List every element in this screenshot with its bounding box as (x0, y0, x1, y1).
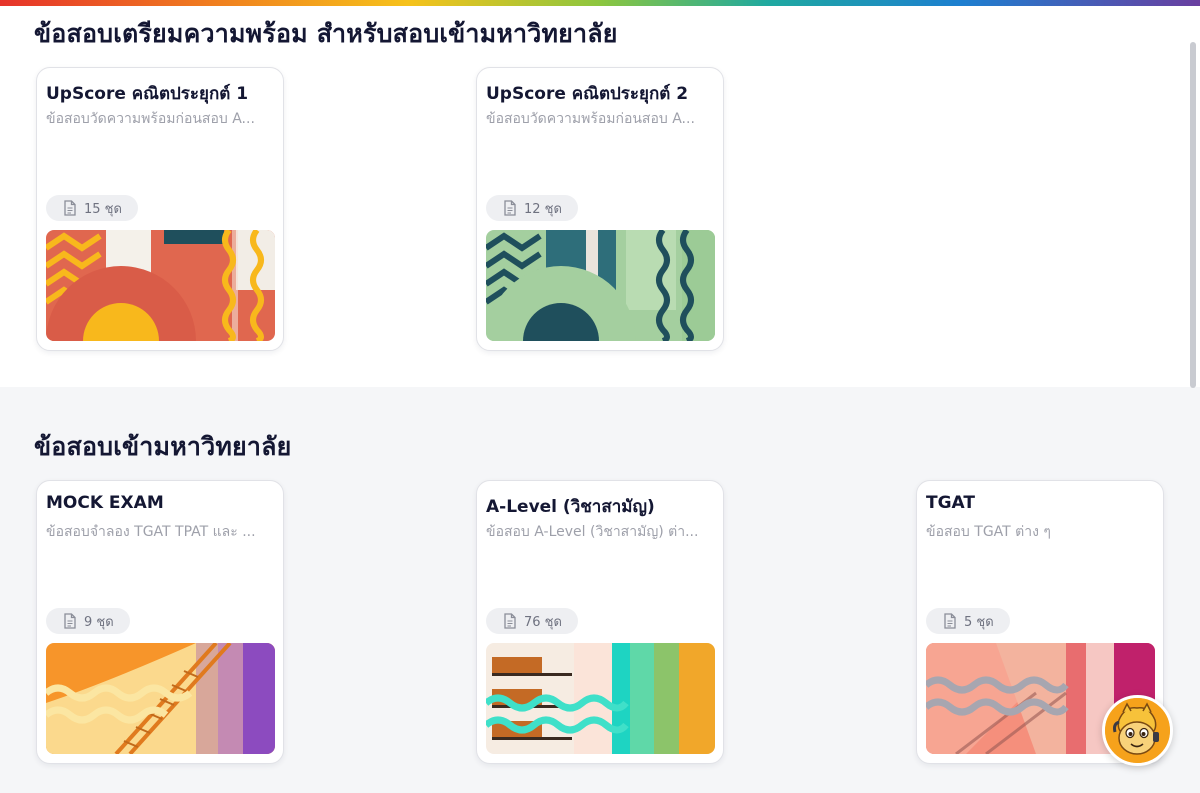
prep-exams-section: ข้อสอบเตรียมความพร้อม สำหรับสอบเข้ามหาวิ… (0, 6, 1200, 387)
card-description: ข้อสอบ TGAT ต่าง ๆ (926, 524, 1051, 540)
document-icon (944, 613, 956, 629)
document-icon (64, 200, 76, 216)
card-cover-image (486, 643, 715, 754)
exam-card-upscore-1[interactable]: UpScore คณิตประยุกต์ 1 ข้อสอบวัดความพร้อ… (36, 67, 284, 351)
set-count-badge: 9 ชุด (46, 608, 130, 634)
set-count-badge: 5 ชุด (926, 608, 1010, 634)
card-description: ข้อสอบจำลอง TGAT TPAT และ ... (46, 524, 256, 540)
card-cover-image (486, 230, 715, 341)
card-description: ข้อสอบ A-Level (วิชาสามัญ) ต่า... (486, 524, 699, 540)
set-count: 9 ชุด (84, 614, 114, 630)
card-title: UpScore คณิตประยุกต์ 1 (46, 84, 249, 104)
card-title: TGAT (926, 493, 975, 513)
card-description: ข้อสอบวัดความพร้อมก่อนสอบ A... (46, 111, 255, 127)
card-title: UpScore คณิตประยุกต์ 2 (486, 84, 689, 104)
card-title: MOCK EXAM (46, 493, 164, 513)
section-title: ข้อสอบเตรียมความพร้อม สำหรับสอบเข้ามหาวิ… (34, 19, 618, 48)
document-icon (504, 200, 516, 216)
set-count: 12 ชุด (524, 201, 562, 217)
exam-card-a-level[interactable]: A-Level (วิชาสามัญ) ข้อสอบ A-Level (วิชา… (476, 480, 724, 764)
card-cover-image (46, 230, 275, 341)
exam-card-upscore-2[interactable]: UpScore คณิตประยุกต์ 2 ข้อสอบวัดความพร้อ… (476, 67, 724, 351)
university-exams-section: ข้อสอบเข้ามหาวิทยาลัย MOCK EXAM ข้อสอบจำ… (0, 387, 1200, 793)
set-count: 5 ชุด (964, 614, 994, 630)
set-count: 15 ชุด (84, 201, 122, 217)
set-count-badge: 15 ชุด (46, 195, 138, 221)
mascot-chat-icon[interactable] (1102, 695, 1173, 766)
set-count: 76 ชุด (524, 614, 562, 630)
set-count-badge: 12 ชุด (486, 195, 578, 221)
card-cover-image (46, 643, 275, 754)
card-description: ข้อสอบวัดความพร้อมก่อนสอบ A... (486, 111, 695, 127)
document-icon (64, 613, 76, 629)
document-icon (504, 613, 516, 629)
exam-card-mock-exam[interactable]: MOCK EXAM ข้อสอบจำลอง TGAT TPAT และ ... … (36, 480, 284, 764)
section-title: ข้อสอบเข้ามหาวิทยาลัย (34, 432, 292, 461)
set-count-badge: 76 ชุด (486, 608, 578, 634)
page-scrollbar[interactable] (1190, 42, 1196, 388)
card-title: A-Level (วิชาสามัญ) (486, 497, 655, 517)
